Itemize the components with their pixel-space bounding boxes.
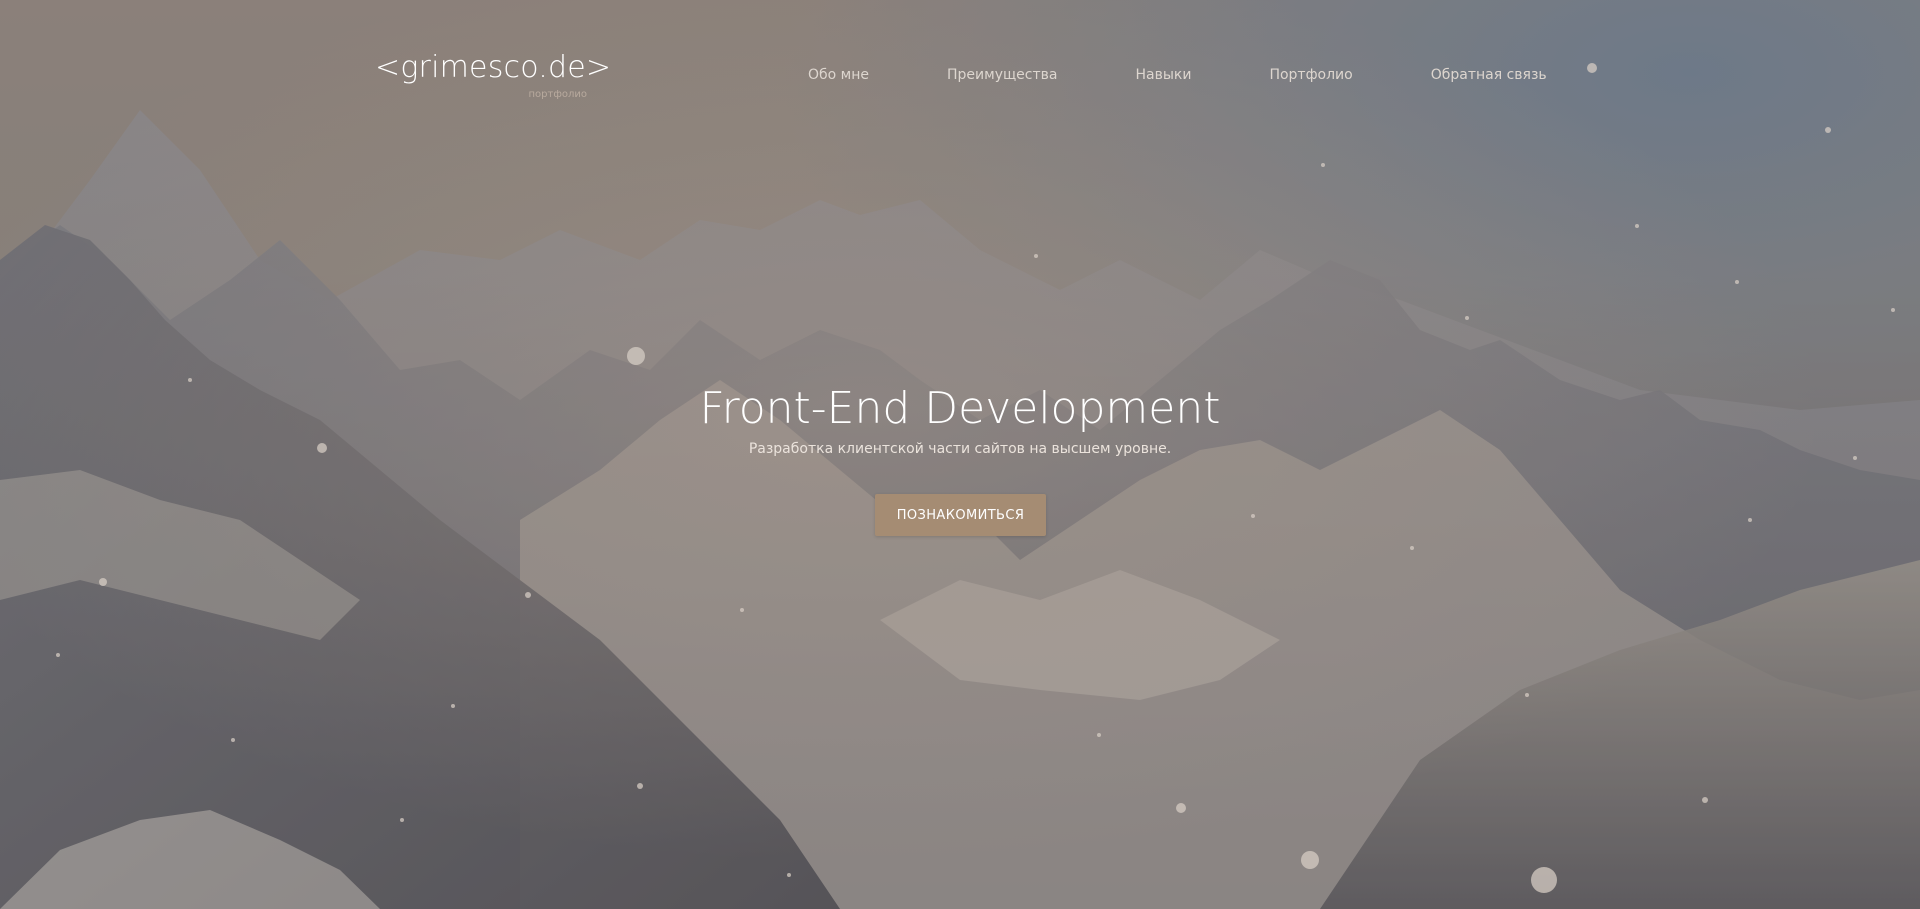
main-navigation: Обо мне Преимущества Навыки Портфолио Об… [808,66,1547,84]
hero-section: <grimesco.de> портфолио Обо мне Преимуще… [0,0,1920,909]
site-logo[interactable]: <grimesco.de> портфолио [375,50,612,102]
logo-subtitle: портфолио [528,89,587,100]
logo-text: <grimesco.de> [375,50,612,85]
get-acquainted-button[interactable]: ПОЗНАКОМИТЬСЯ [875,494,1046,536]
nav-item-feedback[interactable]: Обратная связь [1431,66,1547,84]
nav-item-portfolio[interactable]: Портфолио [1269,66,1352,84]
hero-subtitle: Разработка клиентской части сайтов на вы… [748,441,1172,457]
nav-item-skills[interactable]: Навыки [1135,66,1191,84]
nav-item-advantages[interactable]: Преимущества [947,66,1057,84]
hero-title: Front-End Development [699,383,1221,434]
nav-item-about[interactable]: Обо мне [808,66,869,84]
